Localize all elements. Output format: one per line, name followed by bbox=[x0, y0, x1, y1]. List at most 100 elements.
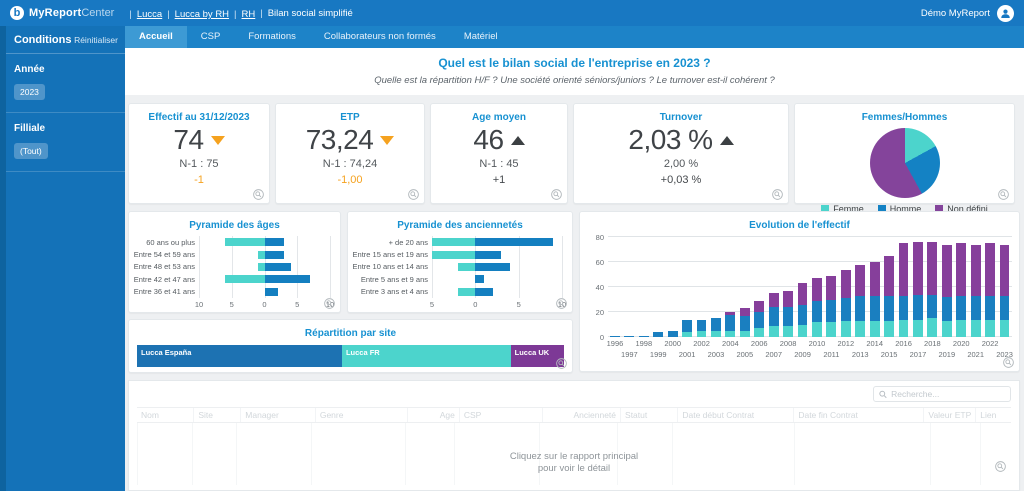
column-header-site[interactable]: Site bbox=[193, 408, 240, 422]
column-header-nom[interactable]: Nom bbox=[137, 408, 193, 422]
stacked-bar-2017[interactable] bbox=[913, 242, 923, 337]
column-header-valeur-etp[interactable]: Valeur ETP bbox=[923, 408, 975, 422]
stacked-bar-2013[interactable] bbox=[855, 265, 865, 338]
x-tick-label: 5 bbox=[430, 300, 434, 309]
bar-right[interactable] bbox=[475, 263, 510, 271]
x-axis-label: 2022 bbox=[982, 339, 999, 348]
column-header-genre[interactable]: Genre bbox=[315, 408, 407, 422]
column-header-date-debut-contrat[interactable]: Date début Contrat bbox=[677, 408, 793, 422]
femme-segment bbox=[956, 320, 966, 338]
stacked-bar-2006[interactable] bbox=[754, 301, 764, 337]
bar-right[interactable] bbox=[475, 238, 553, 246]
stacked-bar-2005[interactable] bbox=[740, 308, 750, 337]
drill-down-icon[interactable] bbox=[551, 189, 562, 200]
bar-right[interactable] bbox=[265, 238, 285, 246]
tab-bar: AccueilCSPFormationsCollaborateurs non f… bbox=[125, 26, 1024, 48]
chart-title: Evolution de l'effectif bbox=[580, 212, 1019, 231]
bar-left[interactable] bbox=[225, 238, 264, 246]
site-segment-lucca-fr[interactable]: Lucca FR bbox=[342, 345, 511, 367]
breadcrumb-link-lucca[interactable]: Lucca bbox=[137, 9, 162, 20]
stacked-bar-2020[interactable] bbox=[956, 243, 966, 337]
drill-down-icon[interactable] bbox=[253, 189, 264, 200]
search-field[interactable] bbox=[891, 389, 1005, 399]
bar-right[interactable] bbox=[265, 251, 285, 259]
column-header-lien[interactable]: Lien bbox=[975, 408, 1011, 422]
bar-left[interactable] bbox=[432, 251, 475, 259]
bar-right[interactable] bbox=[265, 288, 278, 296]
y-axis-label: 80 bbox=[586, 233, 604, 242]
page-subtitle: Quelle est la répartition H/F ? Une soci… bbox=[135, 75, 1014, 86]
stacked-bar-2004[interactable] bbox=[725, 312, 735, 337]
tab-collaborateurs-non-formes[interactable]: Collaborateurs non formés bbox=[310, 26, 450, 48]
column-header-date-fin-contrat[interactable]: Date fin Contrat bbox=[793, 408, 923, 422]
stacked-bar-2014[interactable] bbox=[870, 262, 880, 337]
gender-pie-chart[interactable] bbox=[870, 128, 940, 198]
stacked-bar-2019[interactable] bbox=[942, 245, 952, 338]
column-header-statut[interactable]: Statut bbox=[620, 408, 677, 422]
stacked-bar-2018[interactable] bbox=[927, 242, 937, 337]
stacked-bar-2015[interactable] bbox=[884, 256, 894, 337]
drill-down-icon[interactable] bbox=[998, 189, 1009, 200]
drill-down-icon[interactable] bbox=[772, 189, 783, 200]
x-axis-label: 2021 bbox=[967, 350, 984, 359]
category-label: 60 ans ou plus bbox=[133, 238, 199, 247]
stacked-bar-2011[interactable] bbox=[826, 276, 836, 337]
drill-down-icon[interactable] bbox=[324, 298, 335, 309]
bar-right[interactable] bbox=[475, 251, 501, 259]
tab-formations[interactable]: Formations bbox=[234, 26, 310, 48]
tab-accueil[interactable]: Accueil bbox=[125, 26, 187, 48]
stacked-bar-2007[interactable] bbox=[769, 293, 779, 337]
drill-down-icon[interactable] bbox=[556, 358, 567, 369]
drill-down-icon[interactable] bbox=[1003, 357, 1014, 368]
x-axis-label: 2015 bbox=[881, 350, 898, 359]
site-segment-lucca-espana[interactable]: Lucca España bbox=[137, 345, 342, 367]
bar-right[interactable] bbox=[475, 288, 492, 296]
seniority-pyramid-card: Pyramide des anciennetés + de 20 ansEntr… bbox=[347, 211, 573, 313]
user-avatar[interactable] bbox=[997, 5, 1014, 22]
tab-materiel[interactable]: Matériel bbox=[450, 26, 512, 48]
stacked-bar-2022[interactable] bbox=[985, 243, 995, 337]
bar-right[interactable] bbox=[475, 275, 484, 283]
site-stacked-bar: Lucca EspañaLucca FR Lucca UK bbox=[137, 345, 564, 367]
column-header-csp[interactable]: CSP bbox=[459, 408, 542, 422]
stacked-bar-2002[interactable] bbox=[697, 320, 707, 338]
x-axis-label: 2001 bbox=[679, 350, 696, 359]
bar-left[interactable] bbox=[432, 238, 475, 246]
bar-left[interactable] bbox=[458, 288, 475, 296]
homme-segment bbox=[711, 318, 721, 331]
x-axis-labels: 1996199719981999200020012002200320042005… bbox=[608, 337, 1012, 363]
column-header-age[interactable]: Age bbox=[407, 408, 459, 422]
stacked-bar-2016[interactable] bbox=[899, 243, 909, 337]
bar-left[interactable] bbox=[225, 275, 264, 283]
column-header-anciennete[interactable]: Ancienneté bbox=[542, 408, 620, 422]
bar-right[interactable] bbox=[265, 263, 291, 271]
breadcrumb-link-rh[interactable]: RH bbox=[242, 9, 256, 20]
bar-left[interactable] bbox=[458, 263, 475, 271]
stacked-bar-2023[interactable] bbox=[1000, 245, 1010, 338]
drill-down-icon[interactable] bbox=[408, 189, 419, 200]
stacked-bar-2009[interactable] bbox=[798, 283, 808, 337]
stacked-bar-2012[interactable] bbox=[841, 270, 851, 338]
segment-label: Lucca UK bbox=[515, 348, 550, 357]
filter-value-chip[interactable]: (Tout) bbox=[14, 143, 48, 159]
category-label: Entre 36 et 41 ans bbox=[133, 287, 199, 296]
search-input[interactable] bbox=[873, 386, 1011, 402]
trend-up-icon bbox=[511, 136, 525, 145]
stacked-bar-2003[interactable] bbox=[711, 318, 721, 337]
bar-right[interactable] bbox=[265, 275, 311, 283]
stacked-bar-2001[interactable] bbox=[682, 320, 692, 338]
drill-down-icon[interactable] bbox=[556, 298, 567, 309]
tab-csp[interactable]: CSP bbox=[187, 26, 235, 48]
stacked-bar-2010[interactable] bbox=[812, 278, 822, 337]
non-defini-segment bbox=[956, 243, 966, 296]
stacked-bar-2008[interactable] bbox=[783, 291, 793, 337]
column-header-manager[interactable]: Manager bbox=[240, 408, 315, 422]
non-defini-segment bbox=[985, 243, 995, 296]
filter-value-chip[interactable]: 2023 bbox=[14, 84, 45, 100]
reset-filters-button[interactable]: Réinitialiser bbox=[74, 35, 118, 45]
drill-icon[interactable] bbox=[995, 461, 1006, 472]
breadcrumb-link-lucca-by-rh[interactable]: Lucca by RH bbox=[175, 9, 229, 20]
category-label: Entre 5 ans et 9 ans bbox=[352, 275, 432, 284]
stacked-bar-2021[interactable] bbox=[971, 245, 981, 338]
homme-segment bbox=[812, 301, 822, 322]
